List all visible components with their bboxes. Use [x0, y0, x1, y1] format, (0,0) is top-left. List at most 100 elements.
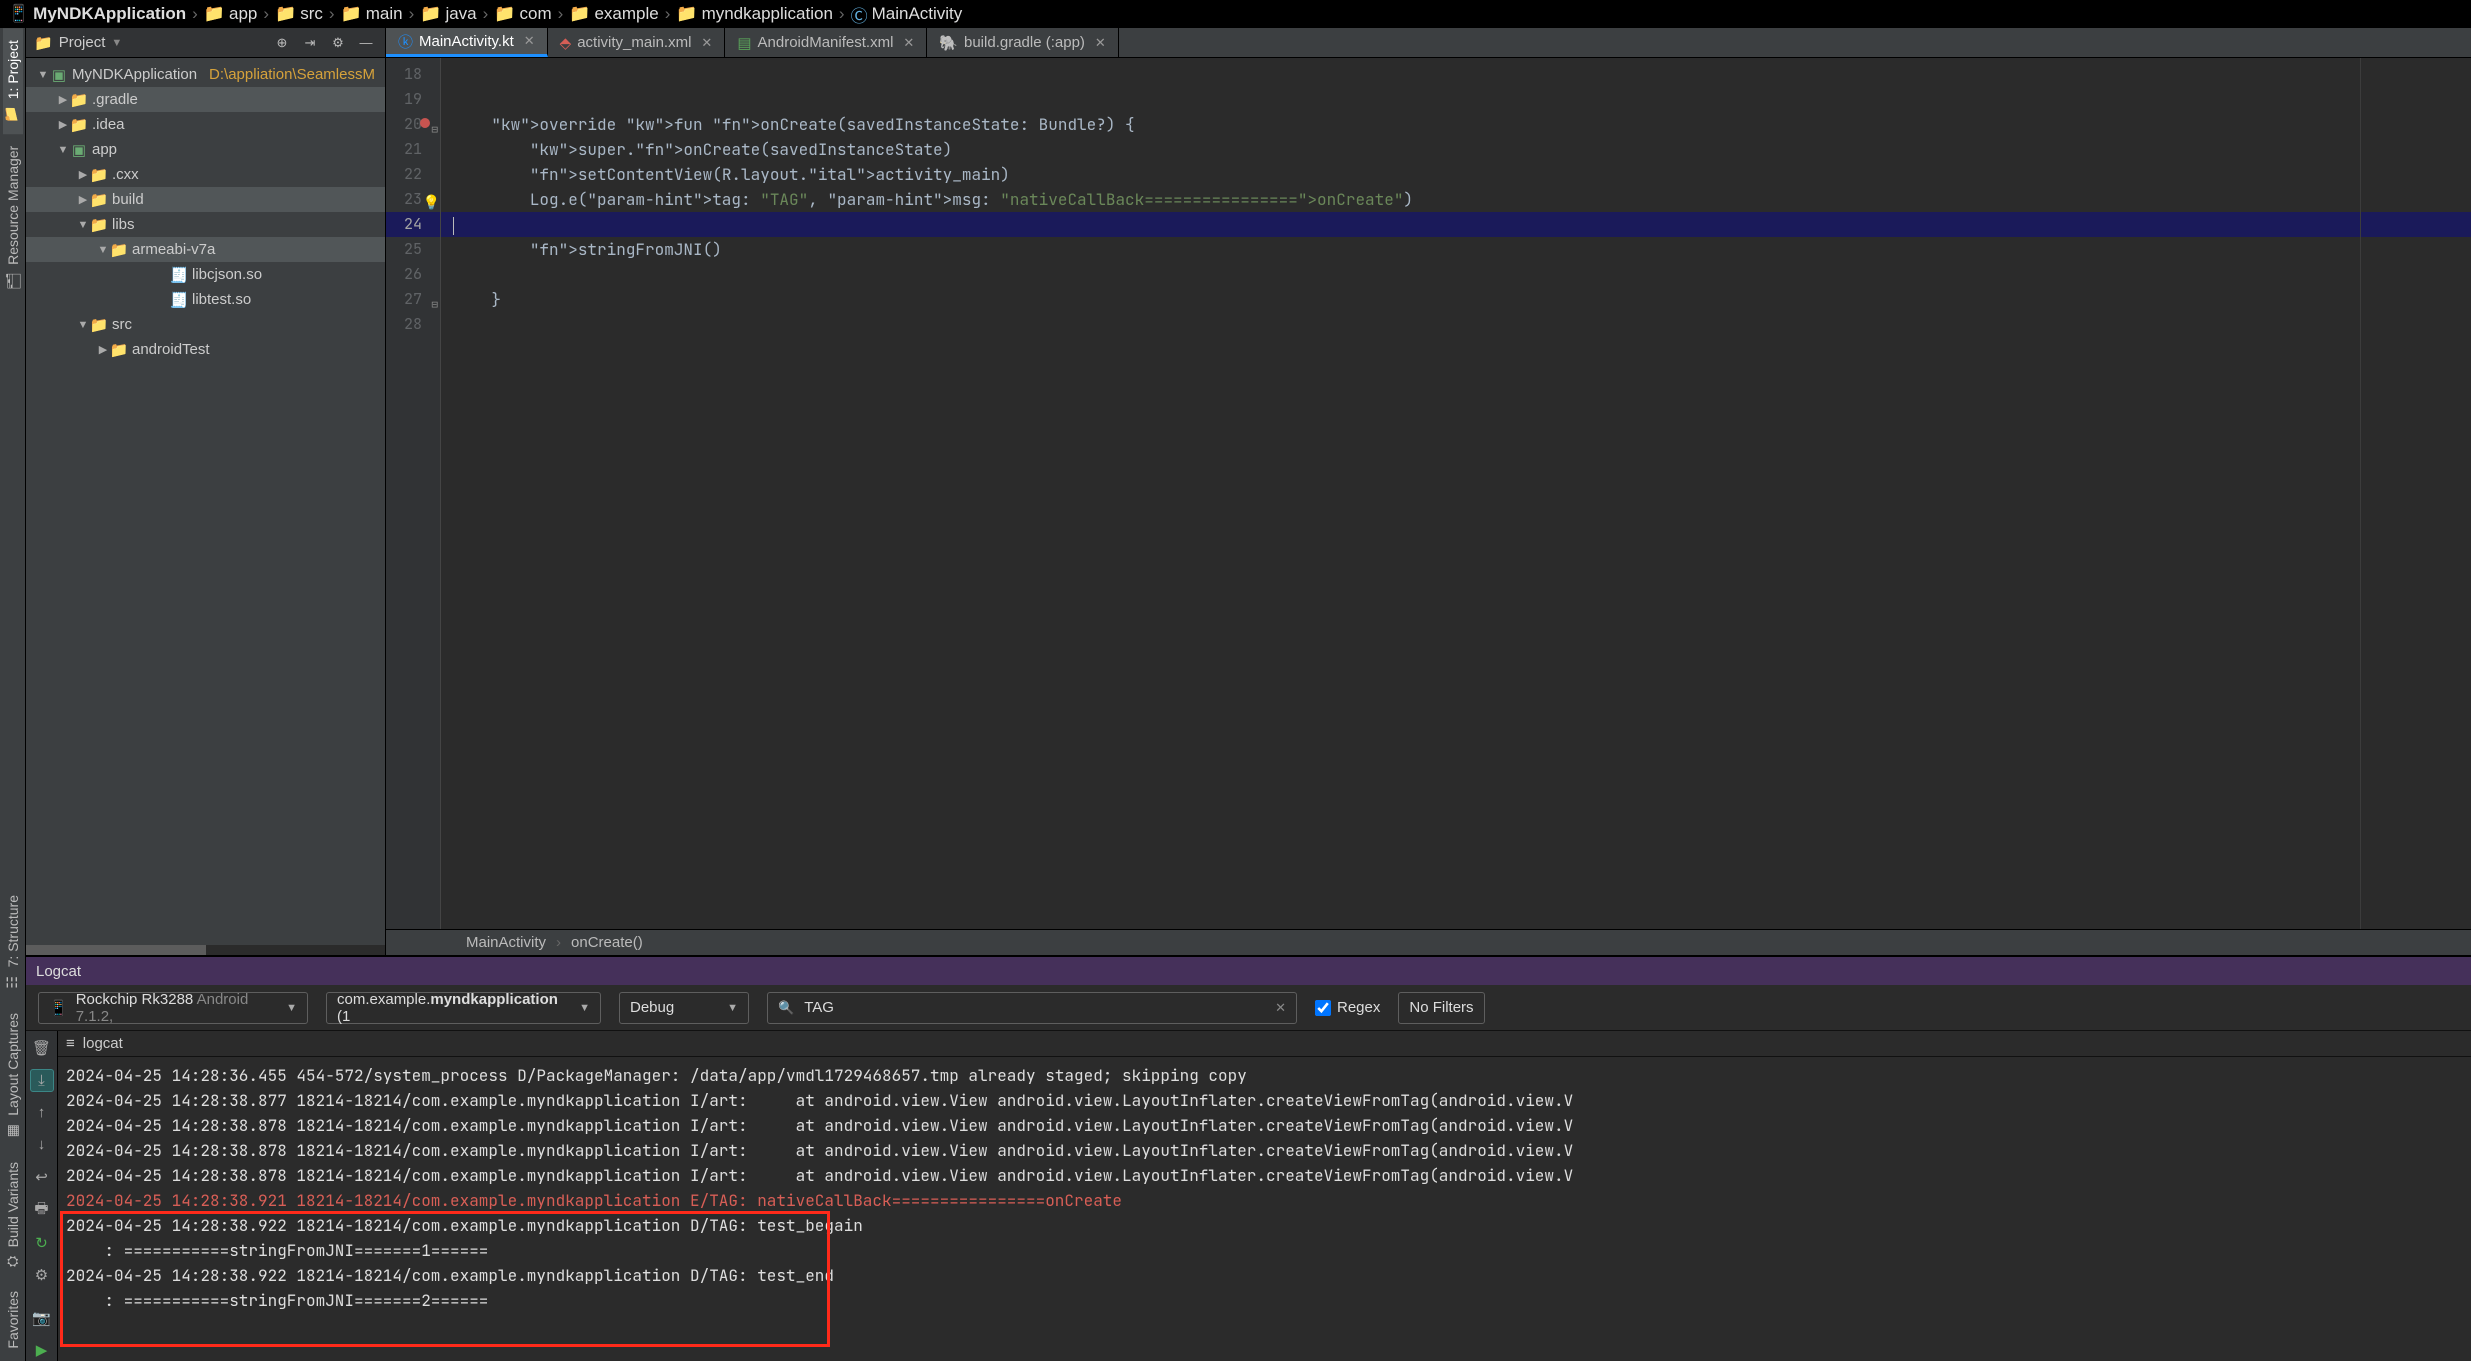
tree-row[interactable]: ▼📁libs [26, 212, 385, 237]
settings-icon[interactable]: ⚙ [30, 1264, 54, 1286]
locate-button[interactable]: ⊕ [271, 32, 293, 54]
editor-crumb: MainActivity › onCreate() [386, 929, 2471, 955]
editor-tab[interactable]: 🐘build.gradle (:app)✕ [927, 28, 1119, 57]
logcat-toolbar: 📱 Rockchip Rk3288 Android 7.1.2, ▼ com.e… [26, 985, 2471, 1031]
project-panel: 📁 Project ▼ ⊕ ⇥ ⚙ — ▼▣MyNDKApplicationD:… [26, 28, 386, 955]
log-line[interactable]: 2024-04-25 14:28:38.922 18214-18214/com.… [66, 1263, 2463, 1288]
logcat-panel: Logcat 📱 Rockchip Rk3288 Android 7.1.2, … [26, 955, 2471, 1361]
filter-textbox[interactable] [804, 999, 1265, 1016]
scrollbar-h[interactable] [26, 945, 385, 955]
tree-row[interactable]: ▶📁build [26, 187, 385, 212]
crumb-item[interactable]: 📁com [494, 4, 551, 24]
code-line[interactable] [441, 212, 2471, 237]
editor-area: ⓚMainActivity.kt✕⬘activity_main.xml✕▤And… [386, 28, 2471, 955]
tree-row[interactable]: ▼📁src [26, 312, 385, 337]
close-icon[interactable]: ✕ [524, 33, 535, 49]
log-line[interactable]: : ===========stringFromJNI=======1====== [66, 1238, 2463, 1263]
logcat-output[interactable]: 2024-04-25 14:28:36.455 454-572/system_p… [58, 1057, 2471, 1361]
code-line[interactable]: } [441, 287, 2471, 312]
project-title: Project [59, 34, 106, 51]
editor-tab[interactable]: ▤AndroidManifest.xml✕ [725, 28, 927, 57]
record-icon[interactable]: ▶ [30, 1339, 54, 1361]
log-line[interactable]: 2024-04-25 14:28:38.921 18214-18214/com.… [66, 1188, 2463, 1213]
clear-filter-icon[interactable]: ✕ [1275, 1000, 1286, 1016]
left-tab-favorites[interactable]: Favorites [3, 1279, 23, 1361]
tree-row[interactable]: 🧾libtest.so [26, 287, 385, 312]
code-line[interactable]: "fn">setContentView(R.layout."ital">acti… [441, 162, 2471, 187]
editor-gutter[interactable]: 181920⊟212223💡24252627⊟28 [386, 58, 441, 929]
process-dropdown[interactable]: com.example.myndkapplication (1 ▼ [326, 992, 601, 1024]
tree-row[interactable]: ▼▣MyNDKApplicationD:\appliation\Seamless… [26, 62, 385, 87]
code-line[interactable]: "kw">super."fn">onCreate(savedInstanceSt… [441, 137, 2471, 162]
crumb-item[interactable]: 📁myndkapplication [676, 4, 833, 24]
device-icon: 📱 [49, 999, 68, 1017]
crumb-item[interactable]: 📁app [204, 4, 258, 24]
left-tab-project[interactable]: 📁1: Project [3, 28, 23, 134]
log-line[interactable]: 2024-04-25 14:28:36.455 454-572/system_p… [66, 1063, 2463, 1088]
soft-wrap-icon[interactable]: ↩ [30, 1166, 54, 1188]
settings-icon[interactable]: ⚙ [327, 32, 349, 54]
tree-row[interactable]: ▶📁.gradle [26, 87, 385, 112]
code-line[interactable]: Log.e("param-hint">tag: "TAG", "param-hi… [441, 187, 2471, 212]
editor-tabs: ⓚMainActivity.kt✕⬘activity_main.xml✕▤And… [386, 28, 2471, 58]
screenshot-icon[interactable]: 📷 [30, 1307, 54, 1329]
code-line[interactable] [441, 62, 2471, 87]
tree-row[interactable]: ▼📁armeabi-v7a [26, 237, 385, 262]
scroll-end-icon[interactable]: ⤓ [30, 1069, 54, 1091]
breakpoint-icon[interactable] [420, 118, 430, 128]
code-line[interactable]: "fn">stringFromJNI() [441, 237, 2471, 262]
tree-row[interactable]: ▶📁.idea [26, 112, 385, 137]
code-line[interactable]: "kw">override "kw">fun "fn">onCreate(sav… [441, 112, 2471, 137]
tree-row[interactable]: ▶📁.cxx [26, 162, 385, 187]
restart-icon[interactable]: ↻ [30, 1232, 54, 1254]
editor-code[interactable]: "kw">override "kw">fun "fn">onCreate(sav… [441, 58, 2471, 929]
left-tab-structure[interactable]: ☷7: Structure [3, 883, 23, 1001]
hide-button[interactable]: — [355, 32, 377, 54]
code-line[interactable] [441, 262, 2471, 287]
down-icon[interactable]: ↓ [30, 1134, 54, 1156]
close-icon[interactable]: ✕ [701, 35, 712, 51]
crumb-method[interactable]: onCreate() [571, 934, 643, 951]
left-tab-resource-manager[interactable]: 🗂Resource Manager [3, 134, 23, 301]
logcat-tab[interactable]: ≡ logcat [58, 1031, 2471, 1057]
device-dropdown[interactable]: 📱 Rockchip Rk3288 Android 7.1.2, ▼ [38, 992, 308, 1024]
editor-tab[interactable]: ⬘activity_main.xml✕ [548, 28, 726, 57]
log-line[interactable]: 2024-04-25 14:28:38.877 18214-18214/com.… [66, 1088, 2463, 1113]
tree-row[interactable]: ▼▣app [26, 137, 385, 162]
level-dropdown[interactable]: Debug▼ [619, 992, 749, 1024]
search-icon: 🔍 [778, 1000, 794, 1016]
editor-tab[interactable]: ⓚMainActivity.kt✕ [386, 28, 548, 57]
logcat-filter-input[interactable]: 🔍 ✕ [767, 992, 1297, 1024]
filter-config-dropdown[interactable]: No Filters [1398, 992, 1484, 1024]
crumb-class[interactable]: MainActivity [466, 934, 546, 951]
project-tree[interactable]: ▼▣MyNDKApplicationD:\appliation\Seamless… [26, 58, 385, 945]
close-icon[interactable]: ✕ [1095, 35, 1106, 51]
code-line[interactable] [441, 87, 2471, 112]
tree-row[interactable]: ▶📁androidTest [26, 337, 385, 362]
log-line[interactable]: 2024-04-25 14:28:38.878 18214-18214/com.… [66, 1113, 2463, 1138]
project-icon: 📁 [34, 34, 53, 52]
crumb-item[interactable]: 📁src [275, 4, 323, 24]
left-tool-strip: 📁1: Project 🗂Resource Manager ☷7: Struct… [0, 28, 26, 1361]
log-line[interactable]: 2024-04-25 14:28:38.878 18214-18214/com.… [66, 1163, 2463, 1188]
crumb-item[interactable]: 📁java [420, 4, 476, 24]
left-tab-layout-captures[interactable]: ▦Layout Captures [3, 1001, 23, 1150]
clear-log-icon[interactable]: 🗑 [30, 1037, 54, 1059]
nav-breadcrumb: 📱MyNDKApplication › 📁app › 📁src › 📁main … [0, 0, 2471, 28]
up-icon[interactable]: ↑ [30, 1102, 54, 1124]
collapse-button[interactable]: ⇥ [299, 32, 321, 54]
regex-checkbox[interactable]: Regex [1315, 999, 1380, 1016]
crumb-item[interactable]: 📁example [569, 4, 658, 24]
left-tab-build-variants[interactable]: ⛭Build Variants [3, 1150, 23, 1279]
close-icon[interactable]: ✕ [903, 35, 914, 51]
code-line[interactable] [441, 312, 2471, 337]
print-icon[interactable]: 🖶 [30, 1198, 54, 1222]
project-panel-header: 📁 Project ▼ ⊕ ⇥ ⚙ — [26, 28, 385, 58]
tree-row[interactable]: 🧾libcjson.so [26, 262, 385, 287]
crumb-item[interactable]: ⒸMainActivity [851, 2, 963, 27]
crumb-root[interactable]: 📱MyNDKApplication [8, 4, 186, 24]
log-line[interactable]: : ===========stringFromJNI=======2====== [66, 1288, 2463, 1313]
log-line[interactable]: 2024-04-25 14:28:38.922 18214-18214/com.… [66, 1213, 2463, 1238]
crumb-item[interactable]: 📁main [341, 4, 403, 24]
log-line[interactable]: 2024-04-25 14:28:38.878 18214-18214/com.… [66, 1138, 2463, 1163]
